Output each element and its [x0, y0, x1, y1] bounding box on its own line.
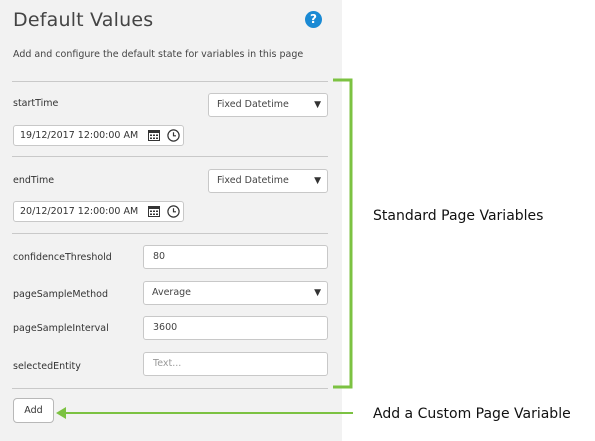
end-time-mode-select[interactable]: Fixed Datetime ▼	[208, 169, 328, 193]
clock-icon[interactable]	[167, 205, 180, 218]
help-icon[interactable]: ?	[305, 11, 322, 28]
panel-title: Default Values	[13, 9, 154, 31]
chevron-down-icon: ▼	[314, 288, 321, 298]
chevron-down-icon: ▼	[314, 100, 321, 110]
end-time-label: endTime	[13, 175, 55, 186]
page-sample-method-label: pageSampleMethod	[13, 289, 108, 300]
divider	[12, 388, 328, 389]
divider	[12, 233, 328, 234]
divider	[12, 156, 328, 157]
start-time-mode-select[interactable]: Fixed Datetime ▼	[208, 93, 328, 117]
page-sample-method-select[interactable]: Average ▼	[143, 281, 328, 305]
confidence-threshold-input[interactable]: 80	[143, 245, 328, 269]
custom-variable-callout: Add a Custom Page Variable	[373, 406, 571, 422]
standard-variables-callout: Standard Page Variables	[373, 208, 544, 224]
panel-description: Add and configure the default state for …	[13, 49, 304, 60]
calendar-icon[interactable]	[148, 129, 160, 141]
end-time-datetime-field[interactable]: 20/12/2017 12:00:00 AM	[13, 201, 184, 222]
start-time-datetime-field[interactable]: 19/12/2017 12:00:00 AM	[13, 125, 184, 146]
chevron-down-icon: ▼	[314, 176, 321, 186]
start-time-label: startTime	[13, 98, 59, 109]
divider	[12, 81, 328, 82]
calendar-icon[interactable]	[148, 205, 160, 217]
start-time-value: 19/12/2017 12:00:00 AM	[20, 130, 139, 141]
page-sample-interval-input[interactable]: 3600	[143, 316, 328, 340]
default-values-panel: Default Values ? Add and configure the d…	[0, 0, 342, 441]
selected-entity-label: selectedEntity	[13, 361, 81, 372]
clock-icon[interactable]	[167, 129, 180, 142]
end-time-value: 20/12/2017 12:00:00 AM	[20, 206, 139, 217]
page-sample-interval-label: pageSampleInterval	[13, 323, 109, 334]
selected-entity-input[interactable]: Text...	[143, 352, 328, 376]
end-time-mode-value: Fixed Datetime	[217, 175, 289, 186]
page-sample-method-value: Average	[152, 287, 192, 298]
confidence-threshold-label: confidenceThreshold	[13, 252, 112, 263]
start-time-mode-value: Fixed Datetime	[217, 99, 289, 110]
add-button[interactable]: Add	[13, 398, 54, 423]
